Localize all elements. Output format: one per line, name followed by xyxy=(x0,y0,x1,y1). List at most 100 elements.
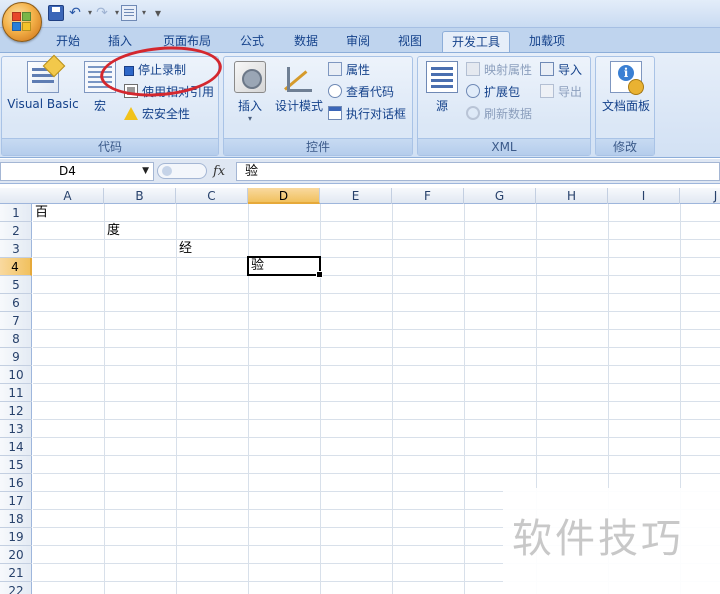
row-header[interactable]: 5 xyxy=(0,276,32,294)
group-xml-label: XML xyxy=(418,138,590,155)
row-header[interactable]: 20 xyxy=(0,546,32,564)
column-header-d[interactable]: D xyxy=(248,188,320,204)
column-header-e[interactable]: E xyxy=(320,188,392,204)
document-panel-label: 文档面板 xyxy=(601,99,650,113)
cell-b2[interactable]: 度 xyxy=(105,222,120,240)
name-box[interactable]: D4 ▼ xyxy=(0,162,154,181)
customize-qat-button[interactable]: ▾ xyxy=(154,5,162,21)
tab-formulas[interactable]: 公式 xyxy=(232,31,272,52)
formula-bar-resize-handle[interactable] xyxy=(157,163,207,179)
tab-data[interactable]: 数据 xyxy=(286,31,326,52)
undo-icon[interactable]: ↶ xyxy=(67,5,83,21)
stop-recording-label: 停止录制 xyxy=(138,63,187,77)
column-header-i[interactable]: I xyxy=(608,188,680,204)
export-icon xyxy=(540,84,554,98)
document-panel-button[interactable]: 文档面板 xyxy=(598,61,654,114)
group-code: Visual Basic 宏 停止录制 使用相对引用 宏安全性 代码 xyxy=(1,56,219,156)
row-header[interactable]: 6 xyxy=(0,294,32,312)
row-header[interactable]: 3 xyxy=(0,240,32,258)
row-header[interactable]: 18 xyxy=(0,510,32,528)
macros-button[interactable]: 宏 xyxy=(82,61,118,114)
export-button[interactable]: 导出 xyxy=(540,83,582,101)
tab-page-layout[interactable]: 页面布局 xyxy=(156,31,218,52)
row-header[interactable]: 1 xyxy=(0,204,32,222)
row-header[interactable]: 13 xyxy=(0,420,32,438)
design-mode-label: 设计模式 xyxy=(274,99,323,113)
cell-a1[interactable]: 百 xyxy=(33,204,48,222)
row-header[interactable]: 22 xyxy=(0,582,32,594)
tab-insert[interactable]: 插入 xyxy=(100,31,140,52)
group-code-label: 代码 xyxy=(2,138,218,155)
row-header[interactable]: 16 xyxy=(0,474,32,492)
refresh-icon xyxy=(466,106,480,120)
tab-developer[interactable]: 开发工具 xyxy=(442,31,510,52)
name-box-dropdown-icon[interactable]: ▼ xyxy=(142,163,149,180)
row-header[interactable]: 7 xyxy=(0,312,32,330)
source-button[interactable]: 源 xyxy=(424,61,460,114)
row-header[interactable]: 10 xyxy=(0,366,32,384)
row-header[interactable]: 11 xyxy=(0,384,32,402)
save-icon[interactable] xyxy=(48,5,64,21)
export-label: 导出 xyxy=(558,85,583,99)
print-preview-icon[interactable] xyxy=(121,5,137,21)
redo-dropdown-icon[interactable]: ▾ xyxy=(113,5,121,21)
map-properties-label: 映射属性 xyxy=(484,63,533,77)
column-header-h[interactable]: H xyxy=(536,188,608,204)
column-headers: A B C D E F G H I J xyxy=(0,188,720,204)
column-header-j[interactable]: J xyxy=(680,188,720,204)
column-header-f[interactable]: F xyxy=(392,188,464,204)
tab-home[interactable]: 开始 xyxy=(48,31,88,52)
office-button[interactable] xyxy=(2,2,42,42)
insert-function-button[interactable]: fx xyxy=(213,161,225,182)
row-header[interactable]: 21 xyxy=(0,564,32,582)
expansion-packs-button[interactable]: 扩展包 xyxy=(466,83,520,101)
office-logo-icon xyxy=(12,12,32,32)
properties-icon xyxy=(328,62,342,76)
view-code-button[interactable]: 查看代码 xyxy=(328,83,394,101)
column-header-a[interactable]: A xyxy=(32,188,104,204)
insert-control-button[interactable]: 插入 ▾ xyxy=(230,61,270,123)
row-header[interactable]: 14 xyxy=(0,438,32,456)
preview-dropdown-icon[interactable]: ▾ xyxy=(140,5,148,21)
ribbon: Visual Basic 宏 停止录制 使用相对引用 宏安全性 代码 插入 ▾ … xyxy=(0,52,720,158)
column-header-b[interactable]: B xyxy=(104,188,176,204)
run-dialog-button[interactable]: 执行对话框 xyxy=(328,105,406,123)
stop-recording-button[interactable]: 停止录制 xyxy=(124,61,186,79)
relative-reference-button[interactable]: 使用相对引用 xyxy=(124,83,214,101)
watermark-text: 软件技巧 xyxy=(512,516,684,562)
column-header-g[interactable]: G xyxy=(464,188,536,204)
row-header[interactable]: 19 xyxy=(0,528,32,546)
view-code-label: 查看代码 xyxy=(346,85,395,99)
properties-button[interactable]: 属性 xyxy=(328,61,370,79)
tab-review[interactable]: 审阅 xyxy=(338,31,378,52)
row-header-selected[interactable]: 4 xyxy=(0,258,32,276)
visual-basic-icon xyxy=(27,61,59,93)
macro-security-button[interactable]: 宏安全性 xyxy=(124,105,190,123)
row-headers: 1 2 3 4 5 6 7 8 9 10 11 12 13 14 15 16 1… xyxy=(0,204,32,594)
relative-reference-icon xyxy=(124,84,138,98)
run-dialog-label: 执行对话框 xyxy=(346,107,407,121)
formula-input[interactable]: 验 xyxy=(236,162,720,181)
row-header[interactable]: 8 xyxy=(0,330,32,348)
visual-basic-button[interactable]: Visual Basic xyxy=(6,61,80,111)
row-header[interactable]: 12 xyxy=(0,402,32,420)
tab-view[interactable]: 视图 xyxy=(390,31,430,52)
column-header-c[interactable]: C xyxy=(176,188,248,204)
warning-icon xyxy=(124,107,138,120)
row-header[interactable]: 17 xyxy=(0,492,32,510)
undo-dropdown-icon[interactable]: ▾ xyxy=(86,5,94,21)
tab-add-ins[interactable]: 加载项 xyxy=(522,31,572,52)
map-properties-button[interactable]: 映射属性 xyxy=(466,61,532,79)
row-header[interactable]: 15 xyxy=(0,456,32,474)
active-cell-d4[interactable]: 验 xyxy=(247,256,323,278)
visual-basic-label: Visual Basic xyxy=(7,97,79,111)
import-button[interactable]: 导入 xyxy=(540,61,582,79)
redo-icon[interactable]: ↷ xyxy=(94,5,110,21)
row-header[interactable]: 9 xyxy=(0,348,32,366)
row-header[interactable]: 2 xyxy=(0,222,32,240)
title-bar: ↶ ▾ ↷ ▾ ▾ ▾ xyxy=(0,0,720,42)
cell-c3[interactable]: 经 xyxy=(177,240,192,258)
design-mode-button[interactable]: 设计模式 xyxy=(272,61,326,114)
insert-dropdown-icon: ▾ xyxy=(247,114,252,123)
refresh-data-button[interactable]: 刷新数据 xyxy=(466,105,532,123)
